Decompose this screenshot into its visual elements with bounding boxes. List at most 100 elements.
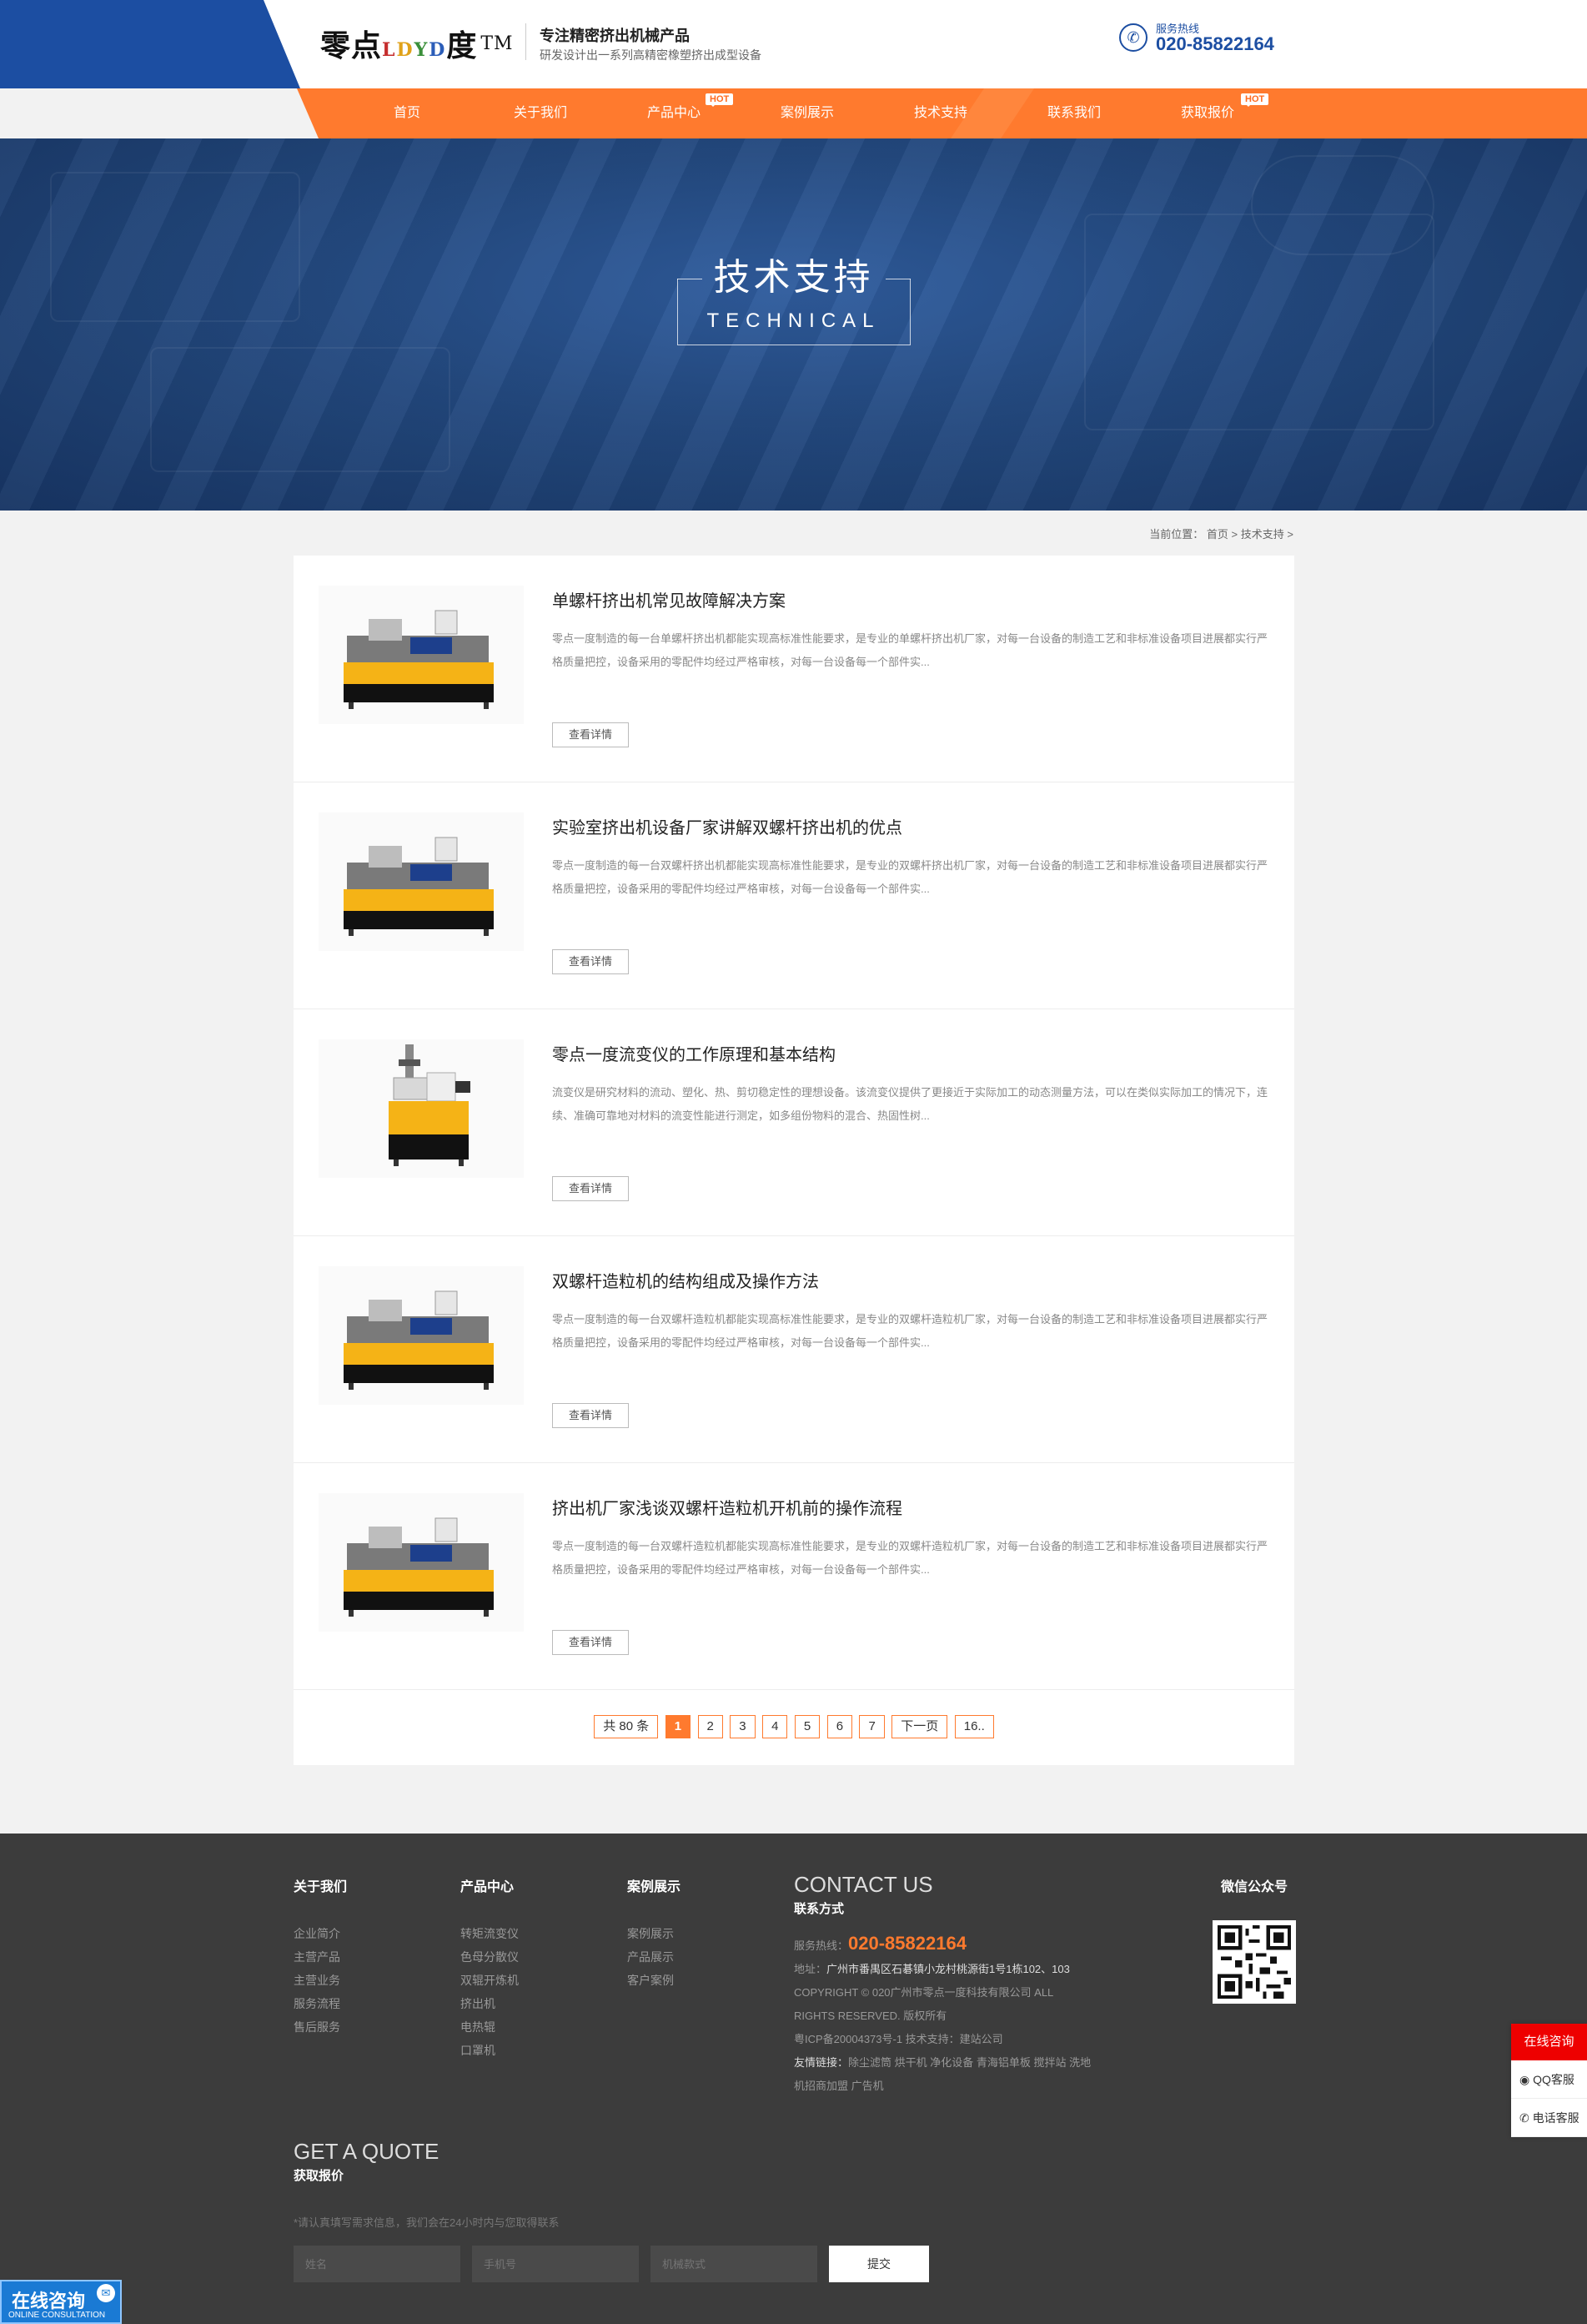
phone-number[interactable]: 020-85822164 (1156, 33, 1274, 55)
breadcrumb-prefix: 当前位置： (1149, 528, 1204, 541)
floating-service-panel: 在线咨询 ◉ QQ客服 ✆ 电话客服 (1511, 2024, 1587, 2137)
article-title[interactable]: 挤出机厂家浅谈双螺杆造粒机开机前的操作流程 (552, 1495, 902, 1519)
article-list: 单螺杆挤出机常见故障解决方案 零点一度制造的每一台单螺杆挤出机都能实现高标准性能… (294, 556, 1294, 1765)
breadcrumb-current[interactable]: 技术支持 (1241, 528, 1284, 541)
footer-link[interactable]: 挤出机 (460, 1992, 519, 2015)
banner-title: 技术支持 (713, 257, 874, 298)
nav-item-cases[interactable]: 案例展示 (741, 88, 874, 138)
footer-link[interactable]: 转矩流变仪 (460, 1922, 519, 1945)
logo-text-prefix: 零点 (320, 28, 383, 63)
chat-widget-label: 在线咨询 (12, 2291, 86, 2311)
quote-phone-input[interactable] (472, 2246, 639, 2282)
article-item: 零点一度流变仪的工作原理和基本结构 流变仪是研究材料的流动、塑化、热、剪切稳定性… (294, 1009, 1294, 1236)
tel-service-button[interactable]: ✆ 电话客服 (1511, 2099, 1587, 2137)
site-logo[interactable]: 零点LDYD度 TM (320, 22, 514, 65)
article-desc: 零点一度制造的每一台双螺杆造粒机都能实现高标准性能要求，是专业的双螺杆造粒机厂家… (552, 1540, 1268, 1576)
wechat-qr-code (1213, 1920, 1296, 2004)
article-desc: 流变仪是研究材料的流动、塑化、热、剪切稳定性的理想设备。该流变仪提供了更接近于实… (552, 1086, 1268, 1122)
footer-link[interactable]: 色母分散仪 (460, 1945, 519, 1969)
footer-wechat: 微信公众号 (1213, 1875, 1296, 2004)
quote-section: GET A QUOTE 获取报价 *请认真填写需求信息，我们会在24小时内与您取… (294, 2139, 560, 2230)
pagination-page[interactable]: 7 (859, 1715, 885, 1738)
pagination-next[interactable]: 下一页 (891, 1715, 948, 1738)
footer-link[interactable]: 企业简介 (294, 1922, 347, 1945)
contact-hotline: 服务热线：020-85822164 (794, 1933, 967, 1954)
pagination-page[interactable]: 1 (665, 1715, 691, 1738)
footer-link[interactable]: 双辊开炼机 (460, 1969, 519, 1992)
footer-link[interactable]: 主营业务 (294, 1969, 347, 1992)
pagination-page[interactable]: 5 (794, 1715, 821, 1738)
view-details-button[interactable]: 查看详情 (552, 949, 629, 974)
article-desc: 零点一度制造的每一台双螺杆挤出机都能实现高标准性能要求，是专业的双螺杆挤出机厂家… (552, 859, 1268, 895)
view-details-button[interactable]: 查看详情 (552, 1176, 629, 1201)
article-desc: 零点一度制造的每一台双螺杆造粒机都能实现高标准性能要求，是专业的双螺杆造粒机厂家… (552, 1313, 1268, 1349)
pagination-last[interactable]: 16.. (954, 1715, 994, 1738)
view-details-button[interactable]: 查看详情 (552, 1403, 629, 1428)
quote-submit-button[interactable]: 提交 (829, 2246, 929, 2282)
phone-icon: ✆ (1519, 2111, 1533, 2125)
nav-item-about[interactable]: 关于我们 (474, 88, 607, 138)
online-chat-widget[interactable]: 在线咨询 ONLINE CONSULTATION ✉ (0, 2280, 122, 2324)
quote-title-en: GET A QUOTE (294, 2139, 439, 2164)
pagination-page[interactable]: 2 (697, 1715, 723, 1738)
footer-contact: CONTACT US 联系方式 服务热线：020-85822164 地址：广州市… (794, 1872, 1094, 2098)
article-title[interactable]: 实验室挤出机设备厂家讲解双螺杆挤出机的优点 (552, 814, 902, 838)
article-title[interactable]: 双螺杆造粒机的结构组成及操作方法 (552, 1268, 819, 1292)
view-details-button[interactable]: 查看详情 (552, 722, 629, 747)
logo-letters: LDYD (382, 39, 447, 61)
nav-item-tech-support[interactable]: 技术支持 (874, 88, 1007, 138)
article-thumbnail[interactable] (319, 812, 524, 951)
nav-item-contact[interactable]: 联系我们 (1007, 88, 1141, 138)
article-title[interactable]: 零点一度流变仪的工作原理和基本结构 (552, 1041, 836, 1065)
article-title[interactable]: 单螺杆挤出机常见故障解决方案 (552, 587, 786, 611)
footer-col-products: 产品中心 转矩流变仪 色母分散仪 双辊开炼机 挤出机 电热辊 口罩机 (460, 1875, 519, 2062)
article-item: 双螺杆造粒机的结构组成及操作方法 零点一度制造的每一台双螺杆造粒机都能实现高标准… (294, 1236, 1294, 1463)
quote-model-input[interactable] (650, 2246, 817, 2282)
breadcrumb: 当前位置： 首页 > 技术支持 > (1149, 528, 1293, 541)
footer-link[interactable]: 售后服务 (294, 2015, 347, 2039)
quote-tip: *请认真填写需求信息，我们会在24小时内与您取得联系 (294, 2216, 560, 2229)
online-consult-button[interactable]: 在线咨询 (1511, 2024, 1587, 2060)
footer-link[interactable]: 服务流程 (294, 1992, 347, 2015)
footer-col-title: 产品中心 (460, 1880, 515, 1894)
footer-link[interactable]: 案例展示 (627, 1922, 681, 1945)
footer-link[interactable]: 产品展示 (627, 1945, 681, 1969)
contact-icp[interactable]: 粤ICP备20004373号-1 技术支持：建站公司 (794, 2028, 1094, 2051)
view-details-button[interactable]: 查看详情 (552, 1630, 629, 1655)
pagination-page[interactable]: 3 (730, 1715, 756, 1738)
banner-deco (150, 347, 450, 472)
footer-link[interactable]: 主营产品 (294, 1945, 347, 1969)
chat-widget-sublabel: ONLINE CONSULTATION (8, 2311, 106, 2320)
contact-copyright: COPYRIGHT © 020广州市零点一度科技有限公司 ALL RIGHTS … (794, 1986, 1053, 2022)
footer-link[interactable]: 电热辊 (460, 2015, 519, 2039)
article-thumbnail[interactable] (319, 1493, 524, 1632)
qq-icon: ◉ (1519, 2073, 1534, 2086)
article-thumbnail[interactable] (319, 586, 524, 724)
article-thumbnail[interactable] (319, 1266, 524, 1405)
pagination-page[interactable]: 4 (762, 1715, 788, 1738)
header-blue-corner (0, 0, 300, 88)
article-item: 单螺杆挤出机常见故障解决方案 零点一度制造的每一台单螺杆挤出机都能实现高标准性能… (294, 556, 1294, 782)
footer-link[interactable]: 口罩机 (460, 2039, 519, 2062)
pagination-page[interactable]: 6 (826, 1715, 853, 1738)
contact-title-en: CONTACT US (794, 1872, 933, 1897)
contact-address: 地址：广州市番禺区石碁镇小龙村桃源街1号1栋102、103 (794, 1963, 1070, 1975)
banner-subtitle: TECHNICAL (706, 309, 881, 332)
site-header: 零点LDYD度 TM 专注精密挤出机械产品 研发设计出一系列高精密橡塑挤出成型设备… (0, 0, 1587, 88)
qq-service-button[interactable]: ◉ QQ客服 (1511, 2060, 1587, 2099)
footer-col-about: 关于我们 企业简介 主营产品 主营业务 服务流程 售后服务 (294, 1875, 347, 2039)
logo-tm: TM (480, 33, 514, 54)
article-desc: 零点一度制造的每一台单螺杆挤出机都能实现高标准性能要求，是专业的单螺杆挤出机厂家… (552, 632, 1268, 668)
article-item: 挤出机厂家浅谈双螺杆造粒机开机前的操作流程 零点一度制造的每一台双螺杆造粒机都能… (294, 1463, 1294, 1690)
breadcrumb-home[interactable]: 首页 (1207, 528, 1228, 541)
friendly-links: 友情链接：除尘滤筒 烘干机 净化设备 青海铝单板 搅拌站 洗地机招商加盟 广告机 (794, 2056, 1092, 2092)
slogan-sub: 研发设计出一系列高精密橡塑挤出成型设备 (540, 48, 761, 62)
nav-item-home[interactable]: 首页 (340, 88, 474, 138)
logo-divider (525, 23, 526, 60)
article-thumbnail[interactable] (319, 1039, 524, 1178)
quote-name-input[interactable] (294, 2246, 460, 2282)
nav-hot-badge-quote: HOT (1241, 93, 1269, 107)
logo-text-suffix: 度 (446, 28, 478, 63)
footer-link[interactable]: 客户案例 (627, 1969, 681, 1992)
banner-deco (1251, 155, 1434, 255)
